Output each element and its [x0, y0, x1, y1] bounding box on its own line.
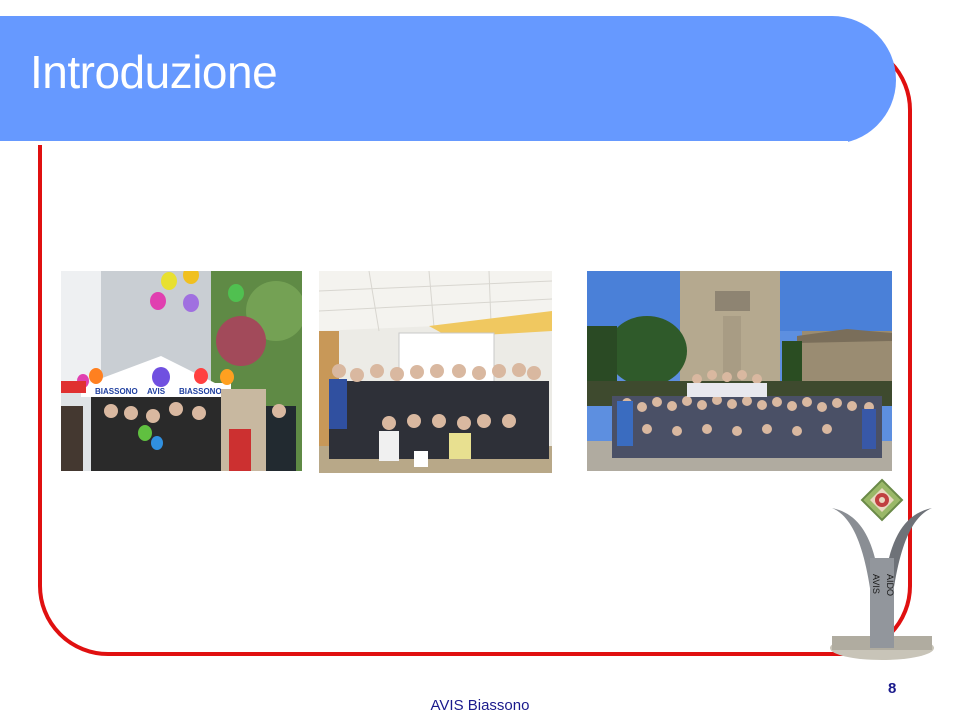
- banner-mid-text: AVIS: [147, 387, 166, 396]
- banner-right-text: BIASSONO: [179, 387, 222, 396]
- photo-indoor-group: [319, 271, 552, 473]
- slide-title: Introduzione: [30, 46, 278, 98]
- footer-text: AVIS Biassono: [430, 697, 530, 714]
- title-underline: [0, 141, 848, 145]
- logo-avis-text: AVIS: [871, 574, 881, 594]
- avis-aido-logo: AVIS AIDO: [826, 478, 938, 660]
- photo-tower-group: [587, 271, 892, 471]
- page-number: 8: [888, 680, 897, 697]
- banner-left-text: BIASSONO: [95, 387, 138, 396]
- logo-aido-text: AIDO: [885, 574, 895, 596]
- photo-balloon-event: BIASSONO AVIS BIASSONO: [61, 271, 302, 471]
